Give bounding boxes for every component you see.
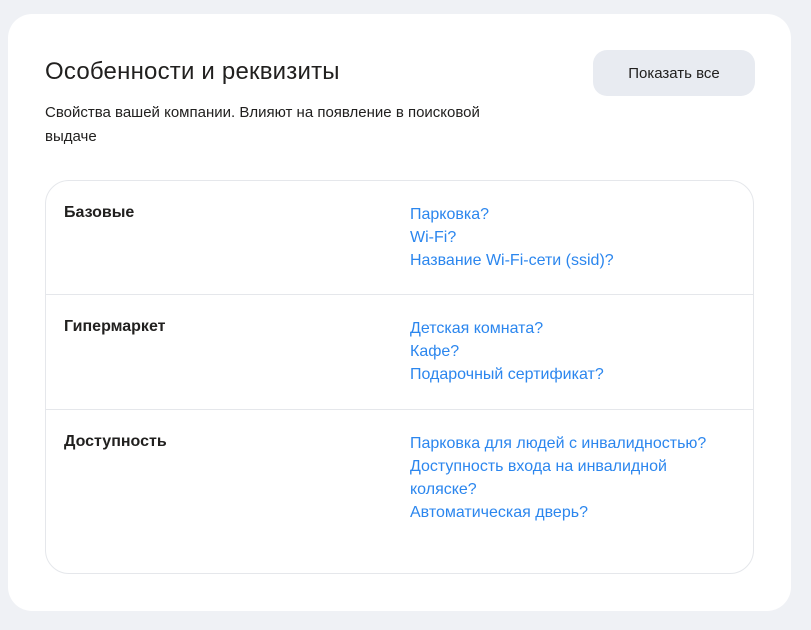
feature-group-label: Гипермаркет xyxy=(64,318,166,335)
feature-list: Детская комната? Кафе? Подарочный сертиф… xyxy=(410,317,730,386)
feature-link-wifi[interactable]: Wi-Fi? xyxy=(410,229,456,246)
feature-item: Парковка для людей с инвалидностью? xyxy=(410,432,730,455)
feature-link-wheelchair-entrance[interactable]: Доступность входа на инвалидной коляске? xyxy=(410,458,667,498)
feature-link-parking[interactable]: Парковка? xyxy=(410,206,489,223)
feature-item: Автоматическая дверь? xyxy=(410,501,730,524)
feature-item: Подарочный сертификат? xyxy=(410,363,730,386)
section-title: Особенности и реквизиты xyxy=(45,58,340,85)
feature-link-wifi-ssid[interactable]: Название Wi-Fi-сети (ssid)? xyxy=(410,252,614,269)
feature-item: Wi-Fi? xyxy=(410,226,730,249)
show-all-button[interactable]: Показать все xyxy=(593,50,755,96)
feature-link-kids-room[interactable]: Детская комната? xyxy=(410,320,543,337)
feature-list: Парковка? Wi-Fi? Название Wi-Fi-сети (ss… xyxy=(410,203,730,272)
feature-item: Детская комната? xyxy=(410,317,730,340)
feature-list: Парковка для людей с инвалидностью? Дост… xyxy=(410,432,730,524)
feature-link-gift-certificate[interactable]: Подарочный сертификат? xyxy=(410,366,604,383)
feature-item: Название Wi-Fi-сети (ssid)? xyxy=(410,249,730,272)
feature-item: Доступность входа на инвалидной коляске? xyxy=(410,455,730,501)
feature-group-hypermarket: Гипермаркет Детская комната? Кафе? Подар… xyxy=(46,295,753,410)
features-table: Базовые Парковка? Wi-Fi? Название Wi-Fi-… xyxy=(45,180,754,574)
section-subtitle: Свойства вашей компании. Влияют на появл… xyxy=(45,104,480,145)
feature-group-basic: Базовые Парковка? Wi-Fi? Название Wi-Fi-… xyxy=(46,181,753,295)
feature-group-accessibility: Доступность Парковка для людей с инвалид… xyxy=(46,410,753,573)
feature-item: Парковка? xyxy=(410,203,730,226)
feature-link-cafe[interactable]: Кафе? xyxy=(410,343,459,360)
feature-group-label: Базовые xyxy=(64,204,135,221)
features-card: Особенности и реквизиты Свойства вашей к… xyxy=(8,14,791,611)
feature-group-label: Доступность xyxy=(64,433,167,450)
feature-link-disabled-parking[interactable]: Парковка для людей с инвалидностью? xyxy=(410,435,706,452)
feature-link-automatic-door[interactable]: Автоматическая дверь? xyxy=(410,504,588,521)
feature-item: Кафе? xyxy=(410,340,730,363)
